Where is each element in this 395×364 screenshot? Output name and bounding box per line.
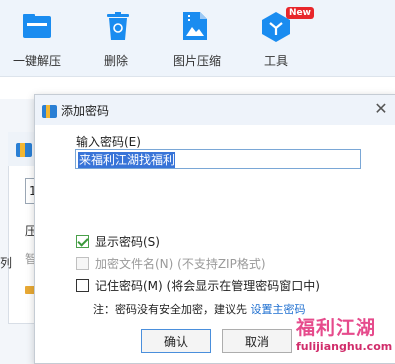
toolbar-label: 工具 — [264, 54, 289, 68]
toolbar-label: 图片压缩 — [173, 54, 222, 68]
close-icon[interactable]: ✕ — [373, 101, 389, 117]
password-selected-text: 来福利江湖找福利 — [78, 152, 176, 168]
toolbar-item-image-compress[interactable]: 图片压缩 — [168, 0, 224, 76]
toolbar-label: 删除 — [104, 54, 129, 68]
dialog-title: 添加密码 — [61, 104, 110, 118]
password-label: 输入密码(E) — [76, 135, 141, 149]
toolbar-item-extract[interactable]: 一键解压 — [4, 0, 70, 76]
watermark-logo: 福利江湖 fulijianghu.com — [296, 316, 393, 360]
encrypt-filenames-label: 加密文件名(N) (不支持ZIP格式) — [95, 257, 266, 271]
app-logo-icon — [42, 103, 57, 122]
app-logo-icon — [16, 142, 32, 161]
toolbar-label: 一键解压 — [13, 54, 62, 68]
new-badge: New — [286, 7, 314, 19]
watermark-title: 福利江湖 — [296, 317, 377, 339]
confirm-button[interactable]: 确认 — [141, 329, 211, 353]
checkbox-disabled-icon — [76, 257, 89, 270]
remember-password-checkbox[interactable]: 记住密码(M) (将会显示在管理密码窗口中) — [76, 277, 320, 294]
encrypt-filenames-checkbox[interactable]: 加密文件名(N) (不支持ZIP格式) — [76, 255, 266, 272]
recycle-bin-icon — [107, 12, 129, 44]
remember-password-label: 记住密码(M) (将会显示在管理密码窗口中) — [95, 279, 320, 293]
dialog-titlebar: 添加密码 ✕ — [35, 95, 395, 125]
security-note: 注：密码没有安全加密，建议先 设置主密码 — [93, 301, 306, 317]
show-password-checkbox[interactable]: 显示密码(S) — [76, 233, 160, 250]
folder-extract-icon — [23, 14, 51, 42]
security-note-text: 注：密码没有安全加密，建议先 — [93, 303, 251, 316]
cancel-button[interactable]: 取消 — [222, 329, 292, 353]
watermark-url: fulijianghu.com — [296, 340, 393, 353]
toolbar-item-delete[interactable]: 删除 — [95, 0, 141, 76]
show-password-label: 显示密码(S) — [95, 235, 160, 249]
checkbox-unchecked-icon — [76, 279, 89, 292]
main-toolbar: 一键解压 删除 图片压缩 工具 New — [0, 0, 395, 76]
set-master-password-link[interactable]: 设置主密码 — [251, 303, 306, 316]
checkbox-checked-icon — [76, 235, 89, 248]
background-text: 列 — [0, 256, 13, 270]
image-compress-icon — [183, 12, 207, 44]
